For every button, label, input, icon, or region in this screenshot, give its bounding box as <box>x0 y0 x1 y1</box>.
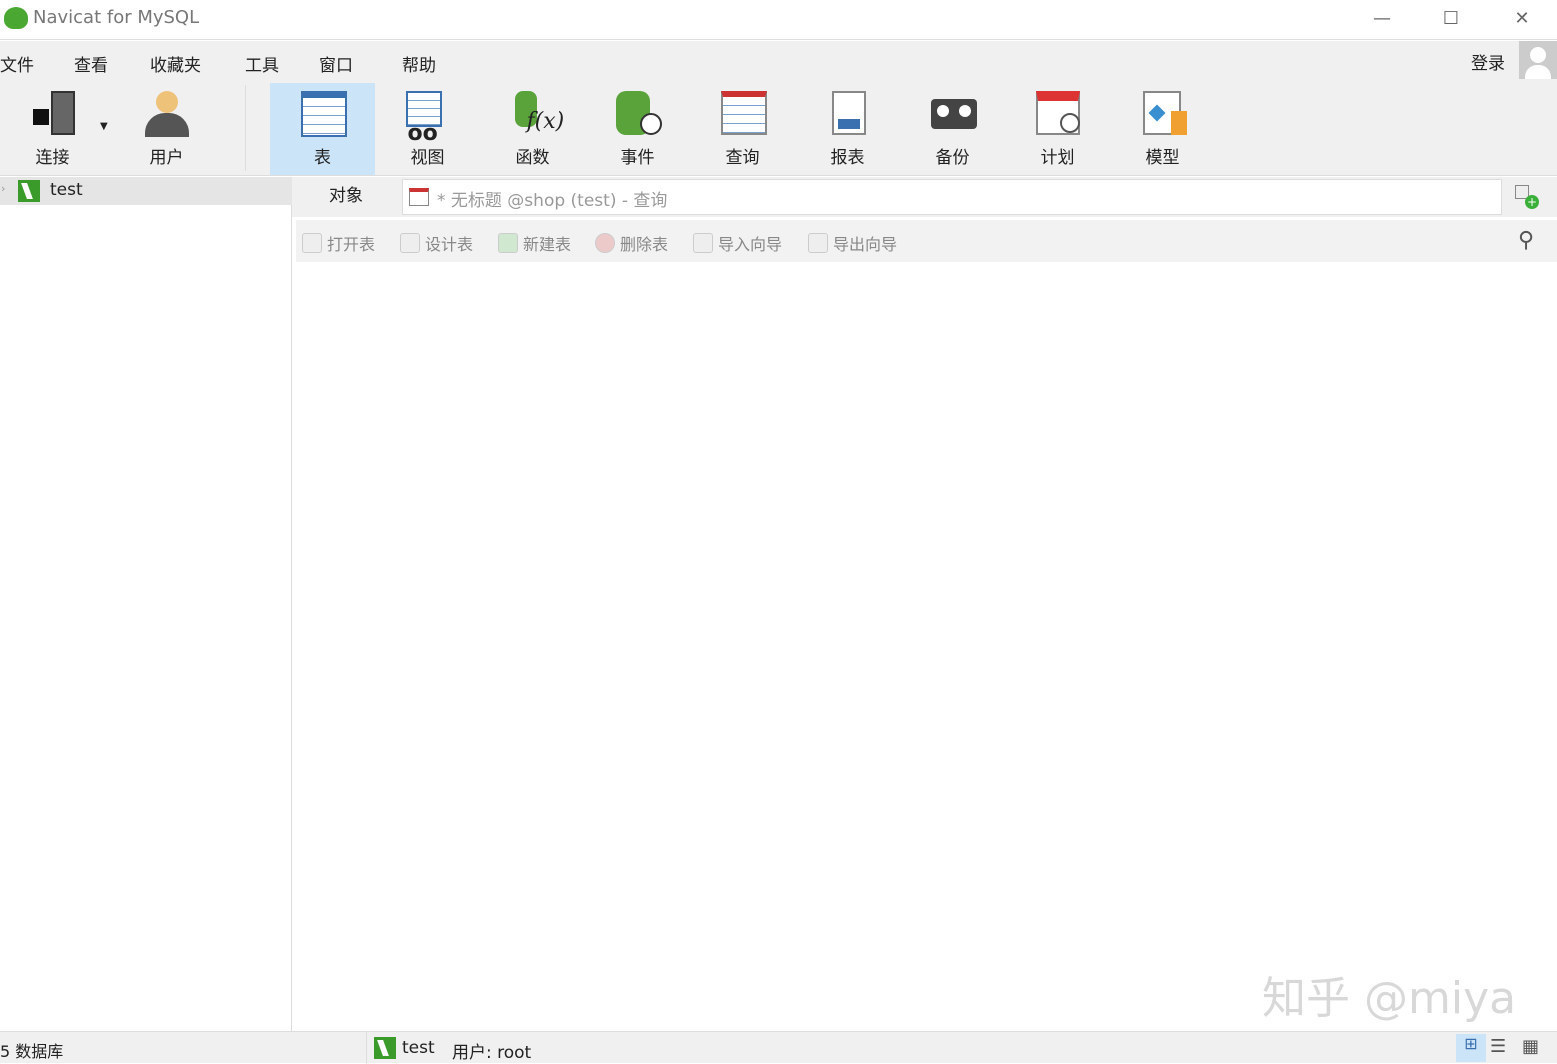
toolbar-label: 查询 <box>725 148 760 168</box>
navicat-logo-icon <box>4 7 28 29</box>
button-label: 导入向导 <box>718 235 783 254</box>
new-tab-button[interactable]: + <box>1515 185 1539 209</box>
status-connection: test <box>402 1038 435 1058</box>
view-icon: oo <box>404 89 452 146</box>
toolbar-label: 事件 <box>620 148 655 168</box>
connection-icon <box>29 89 77 139</box>
login-link[interactable]: 登录 <box>1471 49 1505 74</box>
connection-button[interactable]: 连接 ▼ <box>0 83 108 175</box>
tab-query[interactable]: * 无标题 @shop (test) - 查询 <box>402 179 1502 215</box>
tab-objects[interactable]: 对象 <box>292 177 400 215</box>
view-button[interactable]: oo 视图 <box>375 83 480 175</box>
connection-name: test <box>50 180 83 200</box>
user-icon <box>143 89 191 139</box>
list-view-icon[interactable]: ☰ <box>1490 1036 1506 1057</box>
backup-button[interactable]: 备份 <box>900 83 1005 175</box>
database-count: 5 数据库 <box>0 1042 64 1061</box>
export-wizard-button[interactable]: 导出向导 <box>808 231 897 255</box>
menu-tools[interactable]: 工具 <box>245 51 279 76</box>
user-button[interactable]: 用户 <box>114 83 219 175</box>
backup-icon <box>929 89 977 139</box>
title-bar: Navicat for MySQL — ☐ ✕ <box>0 0 1557 40</box>
menu-help[interactable]: 帮助 <box>402 51 436 76</box>
toolbar-label: 函数 <box>515 148 550 168</box>
close-button[interactable]: ✕ <box>1492 4 1552 34</box>
mysql-connection-icon <box>374 1037 396 1059</box>
new-table-button[interactable]: 新建表 <box>498 231 571 255</box>
button-label: 新建表 <box>523 235 572 254</box>
function-icon: f(x) <box>509 89 564 139</box>
avatar[interactable] <box>1519 41 1557 79</box>
object-list-area <box>296 262 1557 1031</box>
toolbar-label: 备份 <box>935 148 970 168</box>
toolbar-label: 用户 <box>149 148 184 168</box>
report-icon <box>824 89 872 139</box>
open-table-icon <box>302 233 322 253</box>
toolbar-label: 模型 <box>1145 148 1180 168</box>
main-toolbar: 连接 ▼ 用户 表 oo 视图 f(x) 函数 事件 查询 报表 备份 计划 模… <box>0 81 1557 176</box>
query-icon <box>719 89 767 139</box>
report-button[interactable]: 报表 <box>795 83 900 175</box>
detail-view-icon[interactable]: ▦ <box>1522 1036 1539 1057</box>
menu-view[interactable]: 查看 <box>74 51 108 76</box>
watermark: 知乎 @miya <box>1262 973 1517 1024</box>
design-table-button[interactable]: 设计表 <box>400 231 473 255</box>
toolbar-label: 连接 <box>35 148 70 168</box>
divider <box>366 1032 367 1064</box>
menu-window[interactable]: 窗口 <box>319 51 353 76</box>
toolbar-label: 报表 <box>830 148 865 168</box>
menu-bar: 文件 查看 收藏夹 工具 窗口 帮助 登录 <box>0 41 1557 81</box>
object-toolbar: 打开表 设计表 新建表 删除表 导入向导 导出向导 ⚲ <box>296 220 1557 262</box>
grid-view-icon[interactable]: ⊞ <box>1456 1034 1486 1062</box>
new-table-icon <box>498 233 518 253</box>
query-button[interactable]: 查询 <box>690 83 795 175</box>
menu-favorites[interactable]: 收藏夹 <box>150 51 201 76</box>
import-wizard-button[interactable]: 导入向导 <box>693 231 782 255</box>
button-label: 导出向导 <box>833 235 898 254</box>
delete-table-button[interactable]: 删除表 <box>595 231 668 255</box>
expand-arrow-icon[interactable]: › <box>1 182 5 195</box>
connection-tree: › test <box>0 177 292 1031</box>
search-icon[interactable]: ⚲ <box>1518 228 1534 253</box>
button-label: 删除表 <box>620 235 669 254</box>
import-icon <box>693 233 713 253</box>
event-button[interactable]: 事件 <box>585 83 690 175</box>
status-user: 用户: root <box>452 1043 532 1063</box>
function-button[interactable]: f(x) 函数 <box>480 83 585 175</box>
query-icon <box>409 188 429 206</box>
table-button[interactable]: 表 <box>270 83 375 175</box>
tree-item-test[interactable]: › test <box>0 177 292 205</box>
toolbar-separator <box>245 85 246 171</box>
schedule-icon <box>1034 89 1082 139</box>
button-label: 设计表 <box>425 235 474 254</box>
toolbar-label: 表 <box>314 148 331 168</box>
open-table-button[interactable]: 打开表 <box>302 231 375 255</box>
event-icon <box>614 89 662 139</box>
window-title: Navicat for MySQL <box>33 7 200 28</box>
model-icon <box>1139 89 1187 139</box>
model-button[interactable]: 模型 <box>1110 83 1215 175</box>
toolbar-label: 计划 <box>1040 148 1075 168</box>
button-label: 打开表 <box>327 235 376 254</box>
toolbar-label: 视图 <box>410 148 445 168</box>
tab-query-label: * 无标题 @shop (test) - 查询 <box>437 191 668 211</box>
status-bar: 5 数据库 test 用户: root ⊞ ☰ ▦ <box>0 1031 1557 1064</box>
mysql-connection-icon <box>18 180 40 202</box>
maximize-button[interactable]: ☐ <box>1421 4 1481 34</box>
menu-file[interactable]: 文件 <box>0 51 34 76</box>
dropdown-arrow-icon[interactable]: ▼ <box>100 121 108 132</box>
export-icon <box>808 233 828 253</box>
tab-bar: 对象 * 无标题 @shop (test) - 查询 + <box>292 177 1557 217</box>
table-icon <box>299 89 347 139</box>
delete-table-icon <box>595 233 615 253</box>
schedule-button[interactable]: 计划 <box>1005 83 1110 175</box>
design-table-icon <box>400 233 420 253</box>
minimize-button[interactable]: — <box>1352 4 1412 34</box>
